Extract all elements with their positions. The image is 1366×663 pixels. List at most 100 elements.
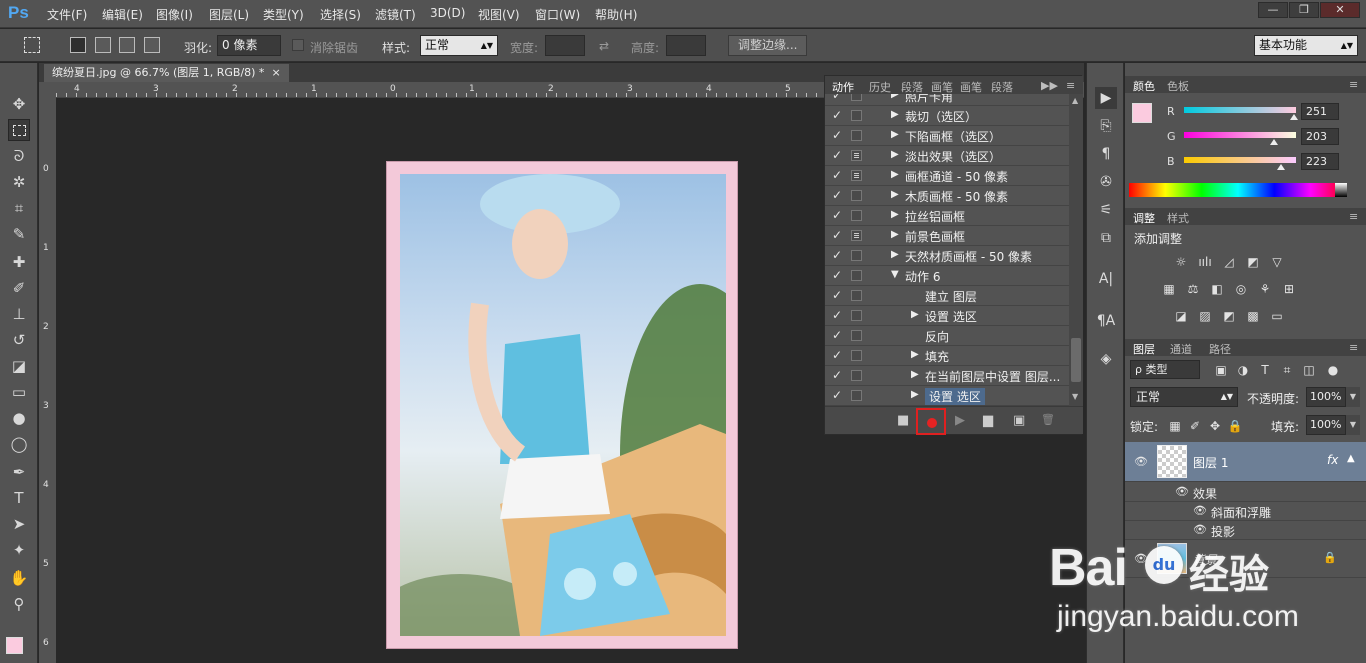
hue-saturation-icon[interactable]: ▦ (1161, 282, 1177, 296)
action-enabled-check-icon[interactable]: ✓ (832, 288, 842, 302)
menu-select[interactable]: 选择(S) (320, 6, 361, 23)
menu-type[interactable]: 类型(Y) (263, 6, 304, 23)
expand-effects-icon[interactable]: ▲ (1347, 453, 1355, 464)
subtract-selection-icon[interactable] (119, 37, 135, 53)
exposure-icon[interactable]: ◩ (1245, 255, 1261, 269)
curves-icon[interactable]: ◿ (1221, 255, 1237, 269)
action-enabled-check-icon[interactable]: ✓ (832, 168, 842, 182)
filter-type-icon[interactable]: T (1257, 363, 1273, 377)
brush-dock-icon[interactable]: ✇ (1095, 171, 1117, 193)
fx-icon[interactable]: fx (1327, 453, 1338, 467)
action-row[interactable]: ✓ ▶ 拉丝铝画框 (825, 206, 1069, 226)
action-dialog-toggle[interactable] (851, 350, 862, 361)
blue-slider[interactable] (1184, 157, 1296, 163)
lock-pixels-icon[interactable]: ✐ (1187, 419, 1203, 433)
black-white-icon[interactable]: ◧ (1209, 282, 1225, 296)
action-dialog-toggle[interactable] (851, 310, 862, 321)
stop-icon[interactable]: ■ (897, 413, 909, 428)
tab-layers[interactable]: 图层 (1133, 341, 1155, 357)
new-selection-icon[interactable] (70, 37, 86, 53)
action-enabled-check-icon[interactable]: ✓ (832, 248, 842, 262)
expand-triangle-icon[interactable]: ▶ (891, 249, 899, 260)
action-row[interactable]: ✓ 反向 (825, 326, 1069, 346)
swap-icon[interactable]: ⇄ (599, 39, 609, 53)
photo-filter-icon[interactable]: ◎ (1233, 282, 1249, 296)
color-lookup-icon[interactable]: ⊞ (1281, 282, 1297, 296)
action-dialog-toggle[interactable] (851, 190, 862, 201)
paragraph-dock-icon[interactable]: ¶ (1095, 143, 1117, 165)
panel-menu-icon[interactable]: ≡ (1349, 341, 1358, 354)
expand-triangle-icon[interactable]: ▶ (911, 389, 919, 400)
action-dialog-toggle[interactable] (851, 390, 862, 401)
record-button[interactable] (916, 408, 946, 435)
eyedropper-tool-icon[interactable]: ✎ (8, 223, 30, 245)
expand-triangle-icon[interactable]: ▶ (891, 209, 899, 220)
intersect-selection-icon[interactable] (144, 37, 160, 53)
tab-channels[interactable]: 通道 (1170, 341, 1192, 357)
actions-dock-icon[interactable]: ▶ (1095, 87, 1117, 109)
green-value[interactable]: 203 (1301, 128, 1339, 145)
clone-stamp-tool-icon[interactable]: ⊥ (8, 303, 30, 325)
lasso-tool-icon[interactable]: ᘐ (8, 145, 30, 167)
tab-brush[interactable]: 画笔 (931, 79, 953, 95)
menu-edit[interactable]: 编辑(E) (102, 6, 143, 23)
action-dialog-toggle[interactable] (851, 94, 862, 101)
layer1-name[interactable]: 图层 1 (1193, 454, 1228, 471)
crop-tool-icon[interactable]: ⌗ (8, 197, 30, 219)
action-row[interactable]: ✓ 建立 图层 (825, 286, 1069, 306)
history-brush-tool-icon[interactable]: ↺ (8, 329, 30, 351)
green-slider[interactable] (1184, 132, 1296, 138)
action-dialog-toggle[interactable] (851, 130, 862, 141)
scroll-thumb[interactable] (1071, 338, 1081, 382)
play-icon[interactable]: ▶ (955, 413, 965, 428)
fill-input[interactable]: 100% (1306, 415, 1346, 435)
minimize-button[interactable]: — (1258, 2, 1288, 18)
action-enabled-check-icon[interactable]: ✓ (832, 348, 842, 362)
menu-file[interactable]: 文件(F) (47, 6, 87, 23)
selective-color-icon[interactable]: ▩ (1245, 309, 1261, 323)
visibility-eye-icon[interactable]: 👁 (1134, 455, 1148, 468)
healing-brush-tool-icon[interactable]: ✚ (8, 251, 30, 273)
action-enabled-check-icon[interactable]: ✓ (832, 308, 842, 322)
action-dialog-toggle[interactable] (851, 150, 862, 161)
tab-paragraph-styles[interactable]: 段落 (991, 79, 1013, 95)
feather-input[interactable]: 0 像素 (217, 35, 281, 56)
action-dialog-toggle[interactable] (851, 210, 862, 221)
tab-actions[interactable]: 动作 (832, 79, 854, 95)
lock-transparent-icon[interactable]: ▦ (1167, 419, 1183, 433)
character-dock-icon[interactable]: A| (1095, 268, 1117, 290)
channel-mixer-icon[interactable]: ⚘ (1257, 282, 1273, 296)
close-document-icon[interactable]: × (271, 66, 280, 79)
zoom-tool-icon[interactable]: ⚲ (8, 593, 30, 615)
action-enabled-check-icon[interactable]: ✓ (832, 148, 842, 162)
effects-eye-icon[interactable]: 👁 (1175, 485, 1189, 498)
antialias-checkbox[interactable] (292, 39, 304, 51)
rect-marquee-tool-icon[interactable] (8, 119, 30, 141)
action-enabled-check-icon[interactable]: ✓ (832, 228, 842, 242)
green-slider-thumb[interactable] (1269, 139, 1278, 145)
eraser-tool-icon[interactable]: ◪ (8, 355, 30, 377)
tab-history[interactable]: 历史 (869, 79, 891, 95)
blur-tool-icon[interactable]: ● (8, 407, 30, 429)
menu-window[interactable]: 窗口(W) (535, 6, 580, 23)
action-enabled-check-icon[interactable]: ✓ (832, 188, 842, 202)
action-row[interactable]: ✓ ▶ 下陷画框（选区） (825, 126, 1069, 146)
brightness-icon[interactable]: ☼ (1173, 255, 1189, 269)
expand-triangle-icon[interactable]: ▶ (891, 169, 899, 180)
actions-scrollbar[interactable]: ▲ ▼ (1069, 94, 1083, 406)
action-enabled-check-icon[interactable]: ✓ (832, 208, 842, 222)
action-dialog-toggle[interactable] (851, 110, 862, 121)
expand-triangle-icon[interactable]: ▶ (891, 149, 899, 160)
new-set-folder-icon[interactable]: ▆ (983, 413, 993, 428)
filter-pixel-icon[interactable]: ▣ (1213, 363, 1229, 377)
action-dialog-toggle[interactable] (851, 230, 862, 241)
history-dock-icon[interactable]: ⎘ (1095, 115, 1117, 137)
gradient-tool-icon[interactable]: ▭ (8, 381, 30, 403)
action-enabled-check-icon[interactable]: ✓ (832, 128, 842, 142)
expand-triangle-icon[interactable]: ▶ (891, 109, 899, 120)
action-enabled-check-icon[interactable]: ✓ (832, 368, 842, 382)
type-tool-icon[interactable]: T (8, 487, 30, 509)
color-spectrum-bar[interactable] (1129, 183, 1347, 197)
panel-collapse-icon[interactable]: ▶▶ (1041, 79, 1058, 92)
path-selection-tool-icon[interactable]: ➤ (8, 513, 30, 535)
